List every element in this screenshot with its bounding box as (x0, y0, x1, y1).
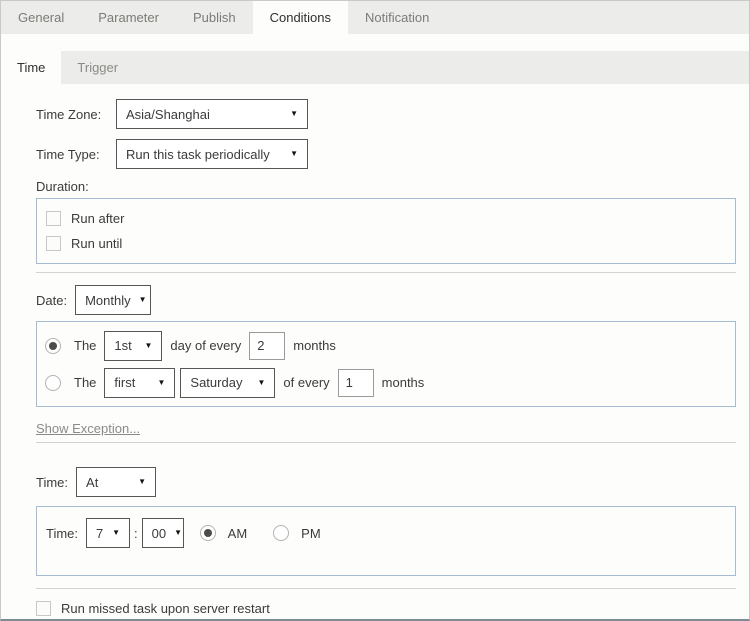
run-after-row: Run after (46, 206, 726, 231)
chevron-down-icon: ▼ (138, 478, 146, 486)
duration-group: Run after Run until (36, 198, 736, 264)
time-type-value: Run this task periodically (126, 147, 282, 162)
chevron-down-icon: ▼ (257, 379, 265, 387)
time-mode-label: Time: (36, 475, 68, 490)
am-label: AM (228, 526, 248, 541)
time-at-row: Time: 7 ▼ : 00 ▼ AM PM (46, 518, 321, 548)
run-after-checkbox[interactable] (46, 211, 61, 226)
date-frequency-value: Monthly (85, 293, 131, 308)
run-until-row: Run until (46, 231, 726, 256)
tab-notification[interactable]: Notification (348, 1, 446, 34)
run-missed-checkbox[interactable] (36, 601, 51, 616)
time-mode-select[interactable]: At ▼ (76, 467, 156, 497)
run-missed-label: Run missed task upon server restart (61, 601, 270, 616)
time-colon: : (134, 526, 138, 541)
time-mode-value: At (86, 475, 130, 490)
time-type-row: Time Type: Run this task periodically ▼ (36, 139, 736, 169)
month-interval-input[interactable]: 2 (249, 332, 285, 360)
day-ordinal-value: 1st (114, 338, 136, 353)
chevron-down-icon: ▼ (112, 529, 120, 537)
tab-conditions[interactable]: Conditions (253, 1, 348, 34)
separator (36, 272, 736, 273)
time-at-label: Time: (46, 526, 78, 541)
run-after-label: Run after (71, 211, 124, 226)
monthly-weekday-middle-text: of every (283, 375, 329, 390)
time-zone-label: Time Zone: (36, 107, 116, 122)
run-until-label: Run until (71, 236, 122, 251)
weekday-value: Saturday (190, 375, 249, 390)
chevron-down-icon: ▼ (174, 529, 182, 537)
monthly-day-suffix: months (293, 338, 336, 353)
time-type-select[interactable]: Run this task periodically ▼ (116, 139, 308, 169)
time-at-group: Time: 7 ▼ : 00 ▼ AM PM (36, 506, 736, 576)
time-zone-row: Time Zone: Asia/Shanghai ▼ (36, 99, 736, 129)
weekday-ordinal-select[interactable]: first ▼ (104, 368, 175, 398)
time-mode-row: Time: At ▼ (36, 467, 736, 497)
time-condition-form: Time Zone: Asia/Shanghai ▼ Time Type: Ru… (1, 84, 749, 616)
monthly-day-prefix: The (74, 338, 96, 353)
monthly-day-option-row: The 1st ▼ day of every 2 months (45, 327, 727, 364)
duration-label: Duration: (36, 179, 736, 194)
tab-publish[interactable]: Publish (176, 1, 253, 34)
tab-general[interactable]: General (1, 1, 81, 34)
date-row: Date: Monthly ▼ (36, 285, 736, 315)
date-frequency-select[interactable]: Monthly ▼ (75, 285, 151, 315)
tab-parameter[interactable]: Parameter (81, 1, 176, 34)
minute-value: 00 (152, 526, 166, 541)
chevron-down-icon: ▼ (290, 150, 298, 158)
subtab-time[interactable]: Time (1, 51, 61, 84)
time-type-label: Time Type: (36, 147, 116, 162)
monthly-options-group: The 1st ▼ day of every 2 months The firs… (36, 321, 736, 407)
monthly-weekday-radio[interactable] (45, 375, 61, 391)
weekday-ordinal-value: first (114, 375, 149, 390)
time-zone-select[interactable]: Asia/Shanghai ▼ (116, 99, 308, 129)
monthly-day-middle-text: day of every (170, 338, 241, 353)
am-radio[interactable] (200, 525, 216, 541)
chevron-down-icon: ▼ (157, 379, 165, 387)
weekday-select[interactable]: Saturday ▼ (180, 368, 275, 398)
tab-gap (1, 34, 749, 51)
sub-tabbar: Time Trigger (1, 51, 749, 84)
pm-label: PM (301, 526, 321, 541)
show-exception-link[interactable]: Show Exception... (36, 421, 140, 436)
chevron-down-icon: ▼ (290, 110, 298, 118)
minute-select[interactable]: 00 ▼ (142, 518, 184, 548)
monthly-day-radio[interactable] (45, 338, 61, 354)
run-missed-row: Run missed task upon server restart (36, 589, 736, 616)
hour-value: 7 (96, 526, 104, 541)
run-until-checkbox[interactable] (46, 236, 61, 251)
time-zone-value: Asia/Shanghai (126, 107, 282, 122)
scheduler-conditions-panel: General Parameter Publish Conditions Not… (0, 0, 750, 621)
hour-select[interactable]: 7 ▼ (86, 518, 130, 548)
main-tabbar: General Parameter Publish Conditions Not… (1, 1, 749, 34)
subtab-trigger[interactable]: Trigger (61, 51, 134, 84)
day-ordinal-select[interactable]: 1st ▼ (104, 331, 162, 361)
pm-radio[interactable] (273, 525, 289, 541)
monthly-weekday-option-row: The first ▼ Saturday ▼ of every 1 months (45, 364, 727, 401)
separator (36, 442, 736, 443)
chevron-down-icon: ▼ (144, 342, 152, 350)
chevron-down-icon: ▼ (139, 296, 147, 304)
monthly-weekday-prefix: The (74, 375, 96, 390)
monthly-weekday-suffix: months (382, 375, 425, 390)
date-label: Date: (36, 293, 67, 308)
weekday-month-interval-input[interactable]: 1 (338, 369, 374, 397)
